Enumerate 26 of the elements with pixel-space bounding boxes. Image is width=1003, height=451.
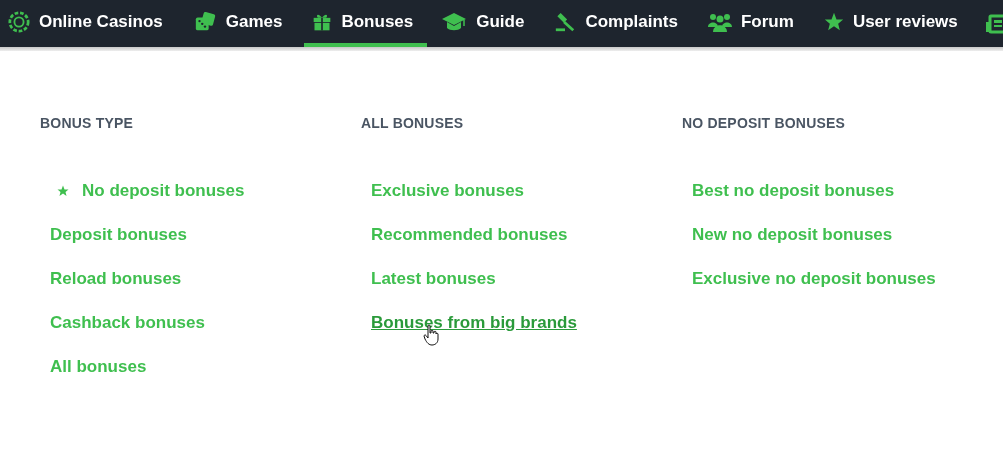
nav-tab[interactable]: User reviews xyxy=(821,0,974,47)
nav-tab[interactable]: Games xyxy=(190,0,299,47)
menu-link[interactable]: Latest bonuses xyxy=(371,269,496,289)
nav-tab[interactable]: Forum xyxy=(706,0,810,47)
menu-link[interactable]: Deposit bonuses xyxy=(50,225,187,245)
newspaper-icon[interactable] xyxy=(985,12,1003,35)
poker-chip-icon xyxy=(8,10,30,33)
nav-tab[interactable]: Online Casinos xyxy=(6,0,179,47)
menu-link[interactable]: Exclusive bonuses xyxy=(371,181,525,201)
menu-link[interactable]: Exclusive no deposit bonuses xyxy=(692,269,936,289)
column-heading: NO DEPOSIT BONUSES xyxy=(682,115,847,131)
column-heading: ALL BONUSES xyxy=(361,115,465,131)
menu-link[interactable]: Best no deposit bonuses xyxy=(692,181,895,201)
gavel-icon xyxy=(554,10,577,33)
menu-link[interactable]: Reload bonuses xyxy=(50,269,182,289)
menu-link[interactable]: All bonuses xyxy=(50,357,147,377)
graduation-cap-icon xyxy=(441,10,468,33)
nav-tab[interactable]: Complaints xyxy=(552,0,694,47)
star-icon xyxy=(823,11,844,32)
menu-link[interactable]: Cashback bonuses xyxy=(50,313,205,333)
menu-link[interactable]: New no deposit bonuses xyxy=(692,225,893,245)
menu-link[interactable]: No deposit bonuses xyxy=(82,181,245,201)
column-heading: BONUS TYPE xyxy=(40,115,134,131)
menu-link[interactable]: Recommended bonuses xyxy=(371,225,568,245)
menu-link[interactable]: Bonuses from big brands xyxy=(371,313,577,333)
nav-tab[interactable]: Guide xyxy=(439,0,541,47)
